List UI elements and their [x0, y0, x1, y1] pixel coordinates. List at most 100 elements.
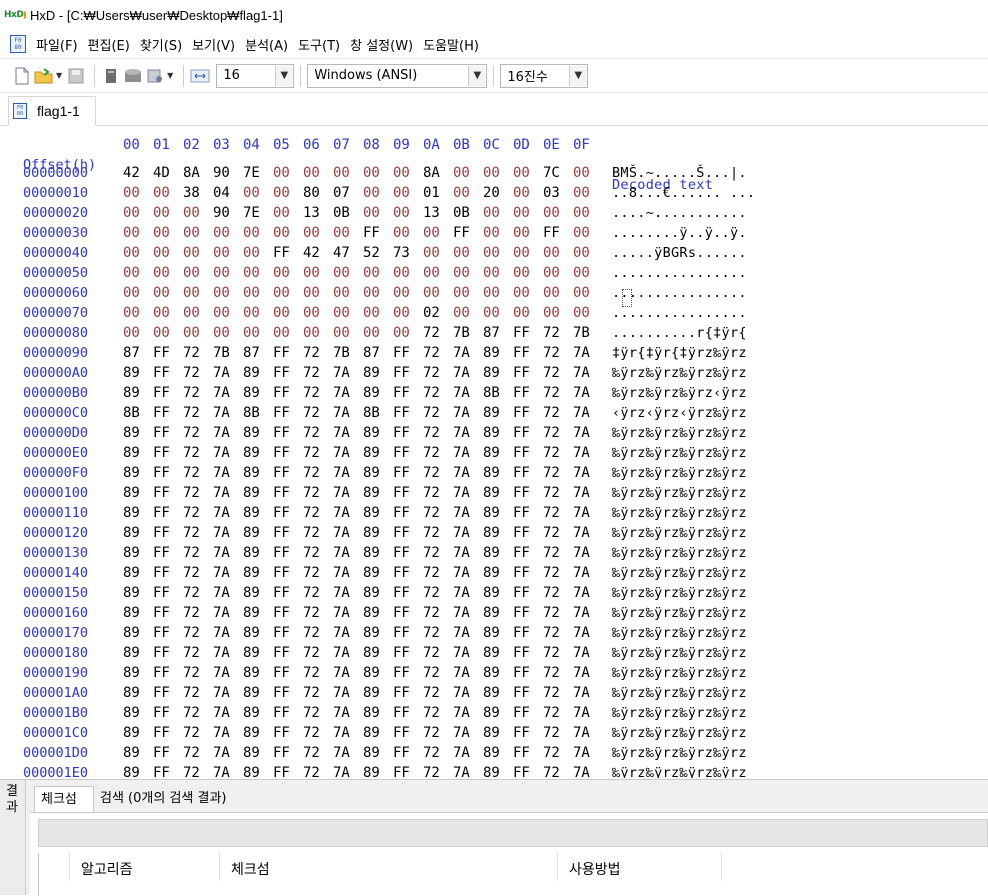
decoded-text[interactable]: ........ÿ..ÿ..ÿ.: [612, 223, 747, 243]
hex-byte[interactable]: 7A: [333, 583, 357, 603]
hex-byte[interactable]: 13: [423, 203, 447, 223]
hex-byte[interactable]: 00: [303, 163, 327, 183]
hex-byte[interactable]: 7A: [333, 443, 357, 463]
hex-byte[interactable]: 89: [243, 583, 267, 603]
hex-byte[interactable]: 00: [363, 263, 387, 283]
hex-byte[interactable]: 00: [393, 183, 417, 203]
hex-byte[interactable]: 00: [273, 263, 297, 283]
menu-edit[interactable]: 편집(E): [88, 35, 130, 54]
hex-byte[interactable]: FF: [153, 483, 177, 503]
hex-byte[interactable]: FF: [513, 403, 537, 423]
hex-byte[interactable]: 72: [183, 623, 207, 643]
hex-byte[interactable]: 00: [513, 303, 537, 323]
decoded-text[interactable]: ‰ÿrz‰ÿrz‰ÿrz‰ÿrz: [612, 363, 747, 383]
hex-byte[interactable]: FF: [513, 323, 537, 343]
hex-byte[interactable]: 7A: [573, 563, 597, 583]
hex-byte[interactable]: 7C: [543, 163, 567, 183]
hex-byte[interactable]: 00: [573, 283, 597, 303]
hex-row[interactable]: 000000B0 89 FF 72 7A 89 FF 72 7A 89 FF 72 7A 8B FF 72 7A…: [0, 383, 988, 403]
hex-byte[interactable]: 52: [363, 243, 387, 263]
hex-byte[interactable]: 00: [123, 323, 147, 343]
hex-byte[interactable]: 38: [183, 183, 207, 203]
hex-byte[interactable]: 00: [543, 283, 567, 303]
hex-row[interactable]: 00000140 89 FF 72 7A 89 FF 72 7A 89 FF 72 7A 89 FF 72 7A…: [0, 563, 988, 583]
hex-byte[interactable]: 7A: [213, 743, 237, 763]
decoded-text[interactable]: ‰ÿrz‰ÿrz‰ÿrz‰ÿrz: [612, 523, 747, 543]
hex-byte[interactable]: 7A: [213, 643, 237, 663]
hex-row[interactable]: 000001A0 89 FF 72 7A 89 FF 72 7A 89 FF 72 7A 89 FF 72 7A…: [0, 683, 988, 703]
hex-byte[interactable]: 72: [543, 343, 567, 363]
decoded-text[interactable]: ..........r{‡ÿr{: [612, 323, 747, 343]
hex-byte[interactable]: 72: [303, 763, 327, 778]
hex-byte[interactable]: 89: [483, 683, 507, 703]
hex-byte[interactable]: 7A: [453, 583, 477, 603]
hex-byte[interactable]: 72: [303, 523, 327, 543]
hex-row[interactable]: 00000160 89 FF 72 7A 89 FF 72 7A 89 FF 72 7A 89 FF 72 7A…: [0, 603, 988, 623]
save-icon[interactable]: [66, 66, 86, 86]
decoded-text[interactable]: ‰ÿrz‰ÿrz‰ÿrz‰ÿrz: [612, 743, 747, 763]
hex-byte[interactable]: 89: [123, 543, 147, 563]
hex-byte[interactable]: 72: [183, 743, 207, 763]
hex-byte[interactable]: 00: [153, 323, 177, 343]
hex-byte[interactable]: 89: [243, 483, 267, 503]
column-header-algorithm[interactable]: 알고리즘: [81, 859, 133, 879]
hex-byte[interactable]: 72: [303, 703, 327, 723]
hex-byte[interactable]: FF: [513, 663, 537, 683]
hex-byte[interactable]: 72: [303, 363, 327, 383]
hex-byte[interactable]: 72: [423, 603, 447, 623]
hex-byte[interactable]: 7A: [213, 363, 237, 383]
hex-byte[interactable]: 72: [303, 423, 327, 443]
hex-byte[interactable]: 72: [183, 443, 207, 463]
hex-byte[interactable]: 7E: [243, 163, 267, 183]
hex-byte[interactable]: 72: [183, 663, 207, 683]
document-icon[interactable]: F0 80: [10, 35, 26, 53]
tab-checksum[interactable]: 체크섬: [34, 786, 94, 813]
hex-byte[interactable]: 7A: [453, 363, 477, 383]
hex-byte[interactable]: FF: [513, 743, 537, 763]
hex-byte[interactable]: 89: [363, 723, 387, 743]
hex-byte[interactable]: 72: [183, 583, 207, 603]
hex-byte[interactable]: 72: [423, 583, 447, 603]
hex-byte[interactable]: FF: [273, 603, 297, 623]
hex-byte[interactable]: 72: [183, 363, 207, 383]
hex-byte[interactable]: 72: [303, 663, 327, 683]
hex-byte[interactable]: 89: [483, 623, 507, 643]
hex-byte[interactable]: 8B: [363, 403, 387, 423]
hex-byte[interactable]: FF: [513, 523, 537, 543]
hex-byte[interactable]: 72: [183, 563, 207, 583]
hex-byte[interactable]: 00: [273, 283, 297, 303]
decoded-text[interactable]: ‰ÿrz‰ÿrz‰ÿrz‰ÿrz: [612, 423, 747, 443]
hex-byte[interactable]: 7A: [333, 363, 357, 383]
hex-byte[interactable]: 89: [483, 503, 507, 523]
hex-byte[interactable]: FF: [273, 463, 297, 483]
memory-icon[interactable]: [145, 66, 165, 86]
hex-byte[interactable]: 72: [183, 643, 207, 663]
hex-byte[interactable]: 7A: [573, 463, 597, 483]
hex-byte[interactable]: 00: [153, 203, 177, 223]
hex-row[interactable]: 000001B0 89 FF 72 7A 89 FF 72 7A 89 FF 72 7A 89 FF 72 7A…: [0, 703, 988, 723]
hex-byte[interactable]: 7A: [573, 623, 597, 643]
hex-byte[interactable]: 7A: [573, 703, 597, 723]
hex-byte[interactable]: 7A: [213, 523, 237, 543]
hex-byte[interactable]: 00: [423, 263, 447, 283]
hex-byte[interactable]: FF: [273, 543, 297, 563]
hex-byte[interactable]: 72: [543, 743, 567, 763]
hex-byte[interactable]: 00: [453, 243, 477, 263]
hex-byte[interactable]: FF: [273, 563, 297, 583]
hex-byte[interactable]: 00: [153, 223, 177, 243]
hex-byte[interactable]: 7A: [213, 403, 237, 423]
hex-byte[interactable]: 72: [543, 503, 567, 523]
hex-byte[interactable]: 72: [423, 443, 447, 463]
hex-byte[interactable]: 00: [123, 303, 147, 323]
hex-byte[interactable]: 00: [393, 283, 417, 303]
new-file-icon[interactable]: [12, 66, 32, 86]
decoded-text[interactable]: ....~...........: [612, 203, 747, 223]
hex-byte[interactable]: 72: [423, 723, 447, 743]
hex-byte[interactable]: 7B: [333, 343, 357, 363]
hex-byte[interactable]: 7A: [573, 663, 597, 683]
column-header-checksum[interactable]: 체크섬: [231, 859, 270, 879]
decoded-text[interactable]: ‰ÿrz‰ÿrz‰ÿrz‰ÿrz: [612, 763, 747, 778]
hex-byte[interactable]: 7A: [213, 583, 237, 603]
hex-byte[interactable]: FF: [273, 503, 297, 523]
hex-byte[interactable]: 7A: [213, 443, 237, 463]
